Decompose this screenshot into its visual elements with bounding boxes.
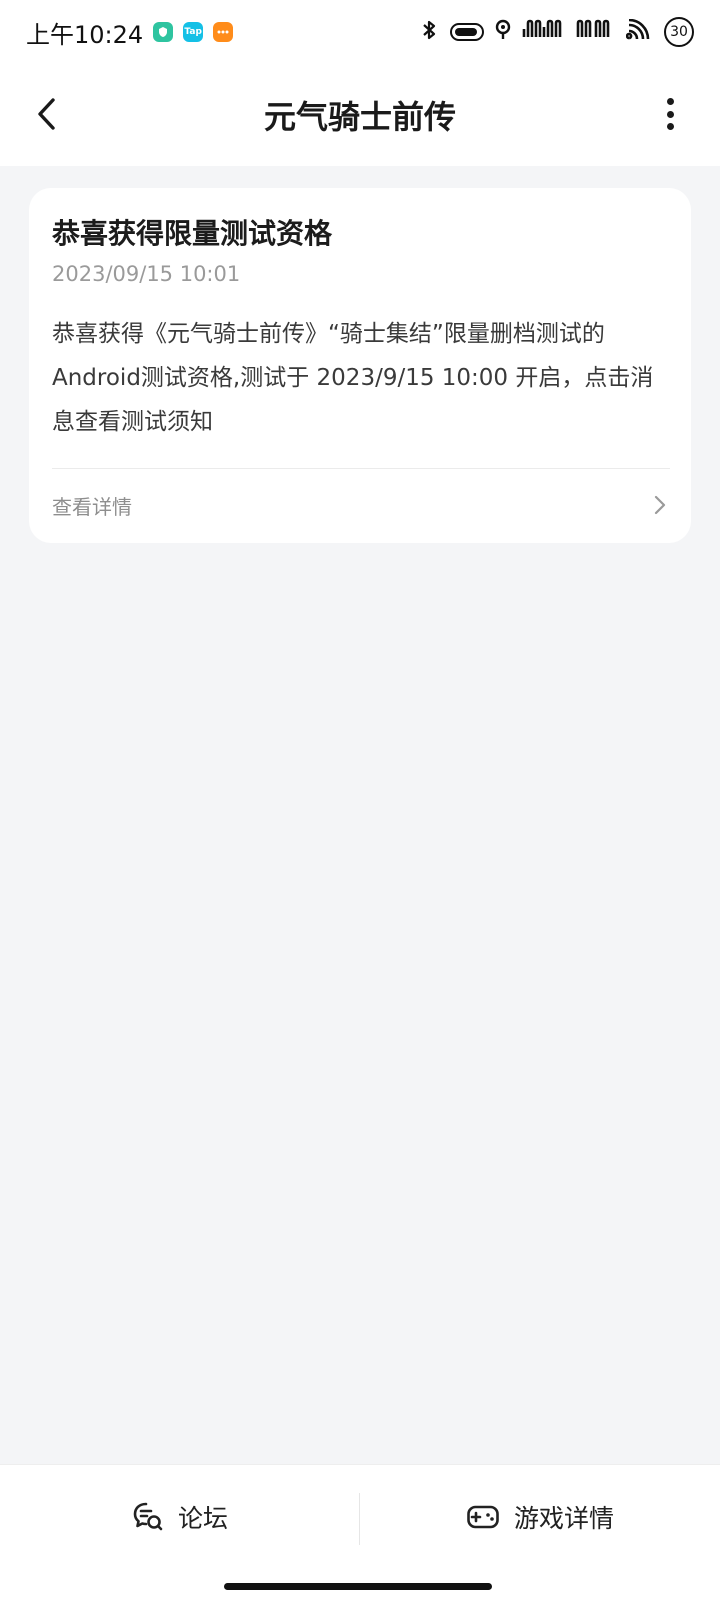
page-title: 元气骑士前传 xyxy=(263,98,456,136)
more-options-button[interactable] xyxy=(660,94,680,134)
message-body: 恭喜获得《元气骑士前传》“骑士集结”限量删档测试的Android测试资格,测试于… xyxy=(52,321,654,435)
chevron-right-icon xyxy=(650,493,670,517)
battery-level-indicator: 30 xyxy=(664,17,694,47)
bottom-action-bar: 论坛 游戏详情 xyxy=(0,1464,720,1600)
alarm-icon xyxy=(494,18,512,46)
game-details-button[interactable]: 游戏详情 xyxy=(360,1465,720,1569)
forum-icon xyxy=(133,1502,163,1531)
card-divider xyxy=(52,468,670,469)
wifi-icon xyxy=(625,18,654,45)
message-card[interactable]: 恭喜获得限量测试资格 2023/09/15 10:01 恭喜获得《元气骑士前传》… xyxy=(29,188,691,543)
message-timestamp: 2023/09/15 10:01 xyxy=(52,262,241,286)
tap-notification-icon: Tap xyxy=(183,22,204,42)
forum-label: 论坛 xyxy=(177,1504,228,1533)
bluetooth-icon xyxy=(420,18,440,46)
status-right: 30 xyxy=(420,17,694,47)
home-indicator[interactable] xyxy=(224,1583,492,1590)
app-screen: 上午10:24 Tap 30 元气骑士前传 恭喜获得限量测试资格 2023/09… xyxy=(0,0,720,1600)
status-bar: 上午10:24 Tap 30 xyxy=(0,0,720,64)
forum-button[interactable]: 论坛 xyxy=(0,1465,360,1569)
more-vertical-icon xyxy=(666,98,674,105)
chat-notification-icon xyxy=(213,22,234,42)
signal-2-icon xyxy=(574,19,616,45)
navigation-bar: 元气骑士前传 xyxy=(0,64,720,166)
signal-icon xyxy=(522,19,564,45)
more-dot xyxy=(666,123,674,130)
status-time: 上午10:24 xyxy=(26,20,144,49)
back-button[interactable] xyxy=(18,86,74,142)
chevron-left-icon xyxy=(38,98,55,130)
view-details-link[interactable]: 查看详情 xyxy=(52,470,670,540)
game-details-label: 游戏详情 xyxy=(513,1504,614,1533)
more-dot xyxy=(666,110,674,118)
message-title: 恭喜获得限量测试资格 xyxy=(52,217,333,250)
battery-saver-icon xyxy=(450,23,484,41)
status-left: 上午10:24 Tap xyxy=(26,15,234,50)
gamepad-icon xyxy=(467,1505,499,1529)
shield-notification-icon xyxy=(153,22,174,42)
view-details-label: 查看详情 xyxy=(52,494,132,519)
